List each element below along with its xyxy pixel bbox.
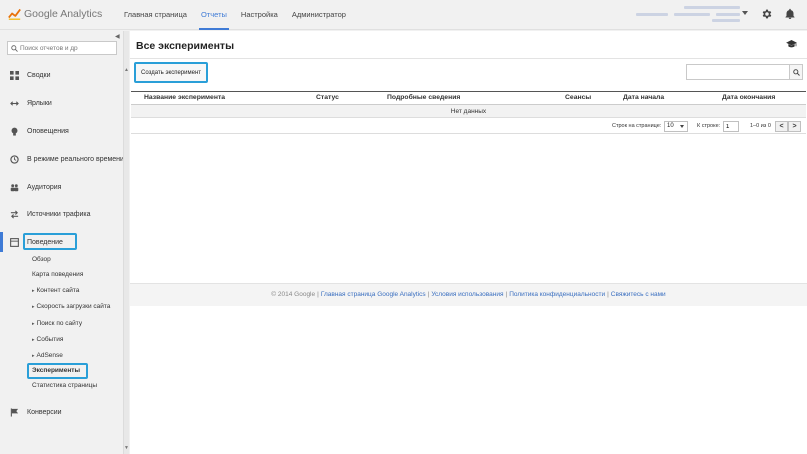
report-search-input[interactable] <box>20 44 116 52</box>
behavior-highlight-box <box>23 233 77 250</box>
account-property-blur <box>674 13 710 16</box>
table-top-border <box>131 91 806 92</box>
grid-icon <box>10 70 19 80</box>
footer-link-privacy[interactable]: Политика конфиденциальности <box>509 291 605 298</box>
sidebar-scrollbar[interactable] <box>123 31 129 454</box>
column-header-details[interactable]: Подробные сведения <box>387 94 460 101</box>
account-id-blur <box>712 19 740 22</box>
sidebar-item-audience[interactable]: Аудитория <box>10 180 61 194</box>
column-header-start-date[interactable]: Дата начала <box>623 94 664 101</box>
top-bar: Google Analytics Главная страница Отчеты… <box>0 0 807 30</box>
table-search-input[interactable] <box>687 65 789 79</box>
previous-page-button[interactable]: < <box>775 121 788 132</box>
experiments-highlight-box <box>27 363 88 379</box>
account-email-blur <box>684 6 740 9</box>
sidebar-item-label: В режиме реального времени <box>27 155 124 163</box>
sidebar-item-label: Аудитория <box>27 183 62 191</box>
lightbulb-icon <box>10 127 19 136</box>
scroll-up-arrow-icon[interactable]: ▲ <box>124 67 129 73</box>
page-title: Все эксперименты <box>136 40 235 52</box>
behavior-window-icon <box>10 237 19 247</box>
search-icon <box>792 68 800 76</box>
active-section-indicator <box>0 232 3 252</box>
people-icon <box>10 183 19 192</box>
account-switcher[interactable] <box>636 5 740 25</box>
nav-settings[interactable]: Настройка <box>241 0 278 30</box>
nav-home[interactable]: Главная страница <box>124 0 187 30</box>
sidebar-item-traffic-sources[interactable]: Источники трафика <box>10 207 91 221</box>
sidebar-item-label: Сводки <box>27 71 51 79</box>
go-to-row-input[interactable] <box>724 122 738 131</box>
column-header-sessions[interactable]: Сеансы <box>565 94 591 101</box>
report-search-box[interactable] <box>7 41 117 55</box>
column-header-end-date[interactable]: Дата окончания <box>722 94 775 101</box>
create-experiment-button[interactable]: Создать эксперимент <box>134 62 208 83</box>
sub-item-site-search[interactable]: Поиск по сайту <box>32 318 83 330</box>
sidebar-item-label: Источники трафика <box>27 210 91 218</box>
sub-item-adsense[interactable]: AdSense <box>32 350 63 362</box>
sidebar-item-label: Конверсии <box>27 408 62 416</box>
footer: © 2014 Google | Главная страница Google An… <box>130 284 807 306</box>
sidebar-item-shortcuts[interactable]: Ярлыки <box>10 96 52 110</box>
sub-item-site-content[interactable]: Контент сайта <box>32 285 80 297</box>
next-page-button[interactable]: > <box>788 121 801 132</box>
sub-item-events[interactable]: События <box>32 334 64 346</box>
main-content <box>130 31 807 454</box>
footer-link-terms[interactable]: Условия использования <box>431 291 503 298</box>
account-name-blur <box>636 13 668 16</box>
footer-link-contact[interactable]: Свяжитесь с нами <box>611 291 666 298</box>
sidebar-item-alerts[interactable]: Оповещения <box>10 124 69 138</box>
gear-icon[interactable] <box>761 8 773 20</box>
sub-item-in-page-analytics[interactable]: Статистика страницы <box>32 380 97 392</box>
column-header-experiment-name[interactable]: Название эксперимента <box>144 94 225 101</box>
sidebar-item-dashboards[interactable]: Сводки <box>10 68 51 82</box>
sidebar-item-label: Ярлыки <box>27 99 52 107</box>
logo-text: Google Analytics <box>24 7 103 20</box>
table-search-button[interactable] <box>789 64 803 80</box>
table-search-box[interactable] <box>686 64 790 80</box>
rows-per-page-select[interactable]: 10 <box>664 121 688 132</box>
go-to-row-label: К строке: <box>697 123 721 129</box>
sidebar-item-label: Оповещения <box>27 127 69 135</box>
rows-per-page-label: Строк на странице: <box>612 123 662 129</box>
sub-item-behavior-flow[interactable]: Карта поведения <box>32 269 83 281</box>
graduation-cap-icon[interactable] <box>786 40 797 49</box>
nav-admin[interactable]: Администратор <box>292 0 346 30</box>
bell-icon[interactable] <box>784 8 796 20</box>
google-analytics-logo[interactable]: Google Analytics <box>8 7 102 20</box>
empty-table-message: Нет данных <box>131 105 806 118</box>
top-nav: Главная страница Отчеты Настройка Админи… <box>124 0 360 30</box>
flag-icon <box>10 407 19 417</box>
sub-item-site-speed[interactable]: Скорость загрузки сайта <box>32 301 111 313</box>
account-view-blur <box>716 13 740 16</box>
shortcut-arrows-icon <box>10 99 19 108</box>
analytics-logo-icon <box>8 8 21 20</box>
footer-copyright: © 2014 Google <box>271 291 316 298</box>
account-chevron-down-icon[interactable] <box>742 11 748 15</box>
traffic-arrows-icon <box>10 210 19 219</box>
column-header-status[interactable]: Статус <box>316 94 339 101</box>
go-to-row-field[interactable] <box>723 121 739 132</box>
footer-link-ga-home[interactable]: Главная страница Google Analytics <box>321 291 426 298</box>
title-divider <box>130 58 807 59</box>
nav-reports[interactable]: Отчеты <box>198 0 229 30</box>
sidebar-item-conversions[interactable]: Конверсии <box>10 405 62 419</box>
search-icon <box>11 44 18 52</box>
clock-icon <box>10 154 19 164</box>
sub-item-overview[interactable]: Обзор <box>32 254 51 266</box>
sidebar-collapse-icon[interactable]: ◀ <box>115 33 120 40</box>
pager-range-text: 1–0 из 0 <box>750 123 771 129</box>
sidebar-item-realtime[interactable]: В режиме реального времени <box>10 152 124 166</box>
scroll-down-arrow-icon[interactable]: ▼ <box>124 445 129 451</box>
